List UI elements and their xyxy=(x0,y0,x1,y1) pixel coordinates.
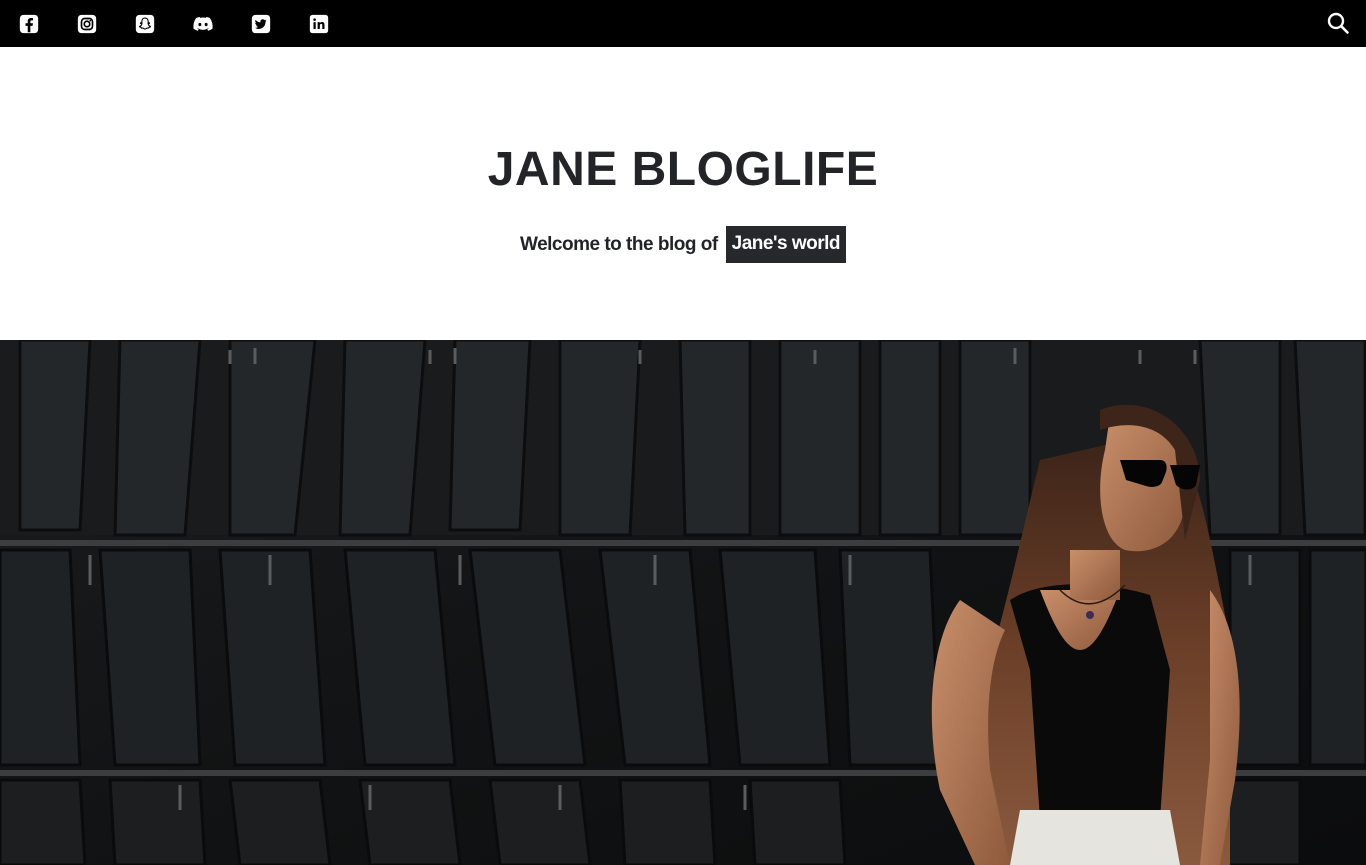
search-icon[interactable] xyxy=(1326,11,1350,35)
tagline-text: Welcome to the blog of xyxy=(520,233,718,255)
hero-image xyxy=(0,340,1366,865)
woman-in-sunglasses-photo xyxy=(0,340,1366,865)
site-title[interactable]: JANE BLOGLIFE xyxy=(0,140,1366,200)
tagline-highlight: Jane's world xyxy=(725,226,846,263)
snapchat-icon[interactable] xyxy=(134,13,156,35)
top-bar xyxy=(0,0,1366,47)
social-links xyxy=(18,0,366,47)
site-tagline: Welcome to the blog of Jane's world xyxy=(0,226,1366,263)
linkedin-icon[interactable] xyxy=(308,13,330,35)
instagram-icon[interactable] xyxy=(76,13,98,35)
twitter-icon[interactable] xyxy=(250,13,272,35)
facebook-icon[interactable] xyxy=(18,13,40,35)
site-header: JANE BLOGLIFE Welcome to the blog of Jan… xyxy=(0,47,1366,340)
discord-icon[interactable] xyxy=(192,13,214,35)
